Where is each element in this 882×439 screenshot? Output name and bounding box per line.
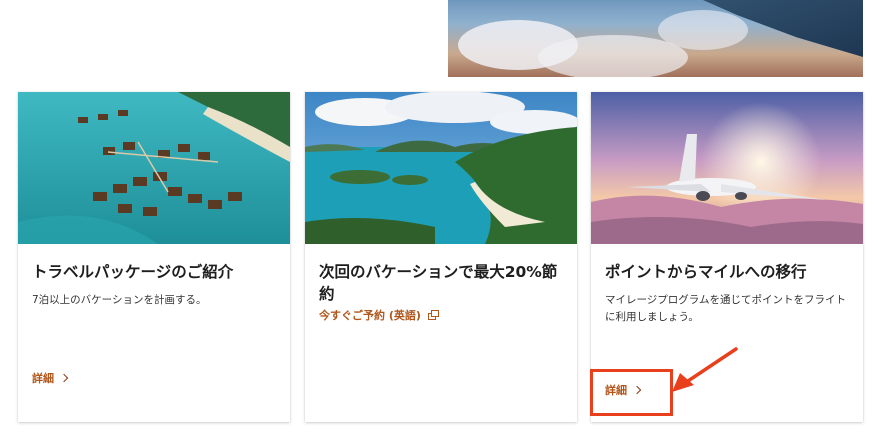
card-title: トラベルパッケージのご紹介	[32, 263, 234, 281]
overwater-bungalows-image	[18, 92, 290, 244]
card-title: ポイントからマイルへの移行	[605, 263, 807, 281]
card-vacation-savings: 次回のバケーションで最大20%節約 今すぐご予約 (英語)	[305, 92, 577, 422]
book-now-link[interactable]: 今すぐご予約 (英語)	[319, 307, 440, 323]
tropical-bay-image	[305, 92, 577, 244]
external-link-icon	[427, 310, 440, 320]
card-travel-packages: トラベルパッケージのご紹介 7泊以上のバケーションを計画する。 詳細	[18, 92, 290, 422]
book-now-link-label: 今すぐご予約 (英語)	[319, 309, 421, 322]
card-description: マイレージプログラムを通じてポイントをフライトに利用しましょう。	[605, 294, 846, 323]
airplane-sunset-image	[591, 92, 863, 244]
highlight-box	[590, 369, 673, 416]
annotation-arrow-icon	[672, 347, 738, 392]
hero-airplane-wing-image	[448, 0, 863, 77]
card-description: 7泊以上のバケーションを計画する。	[32, 294, 207, 306]
details-link-label: 詳細	[32, 372, 54, 385]
details-link[interactable]: 詳細	[32, 370, 69, 386]
chevron-right-icon	[59, 373, 69, 383]
card-title: 次回のバケーションで最大20%節約	[319, 263, 558, 303]
